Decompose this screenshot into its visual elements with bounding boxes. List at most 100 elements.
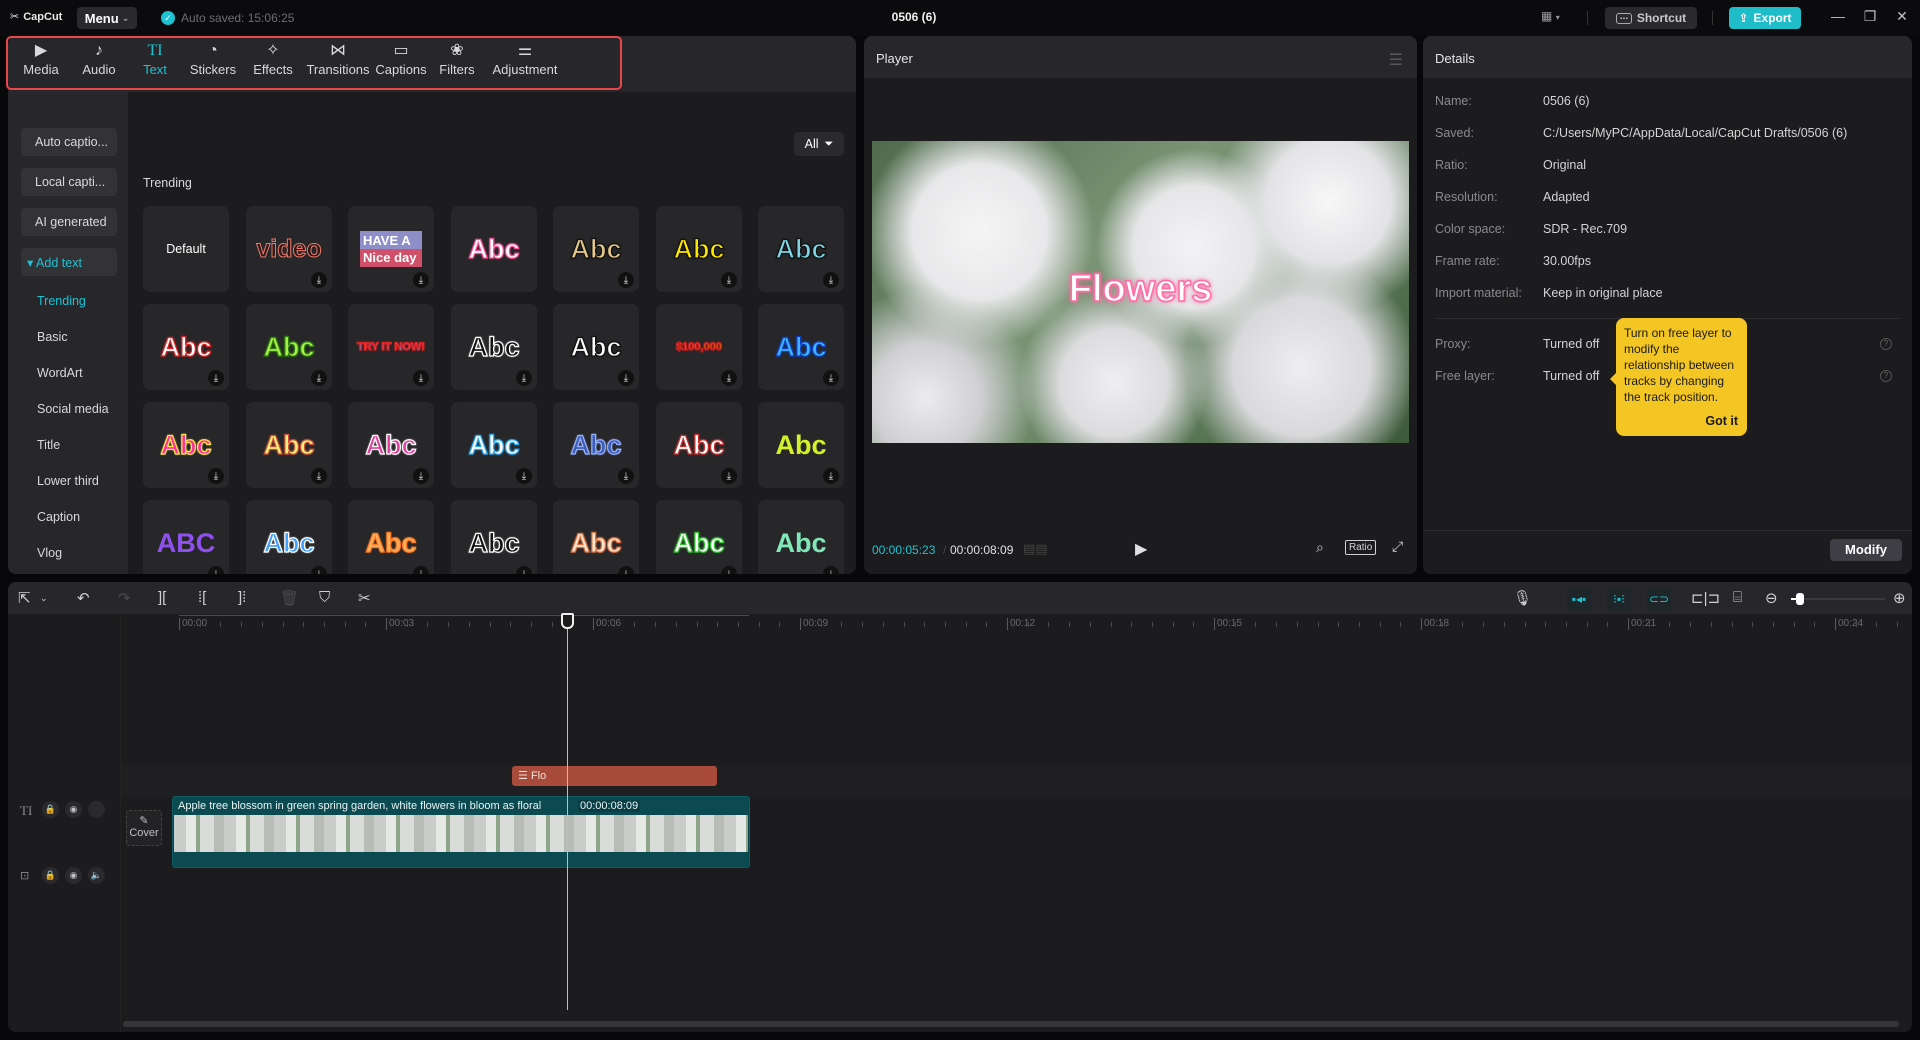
category-social-media[interactable]: Social media [37,402,109,416]
download-icon[interactable]: ⤓ [208,370,224,386]
text-template-card[interactable]: Abc ⤓ [451,402,537,488]
text-template-card[interactable]: ABC ⤓ [143,500,229,574]
split-left-button[interactable]: ⁞[ [198,589,206,606]
text-template-card[interactable]: Abc [451,206,537,292]
text-template-card[interactable]: Abc ⤓ [451,304,537,390]
category-lower-third[interactable]: Lower third [37,474,99,488]
download-icon[interactable]: ⤓ [516,566,532,574]
timeline-horizontal-scrollbar[interactable] [123,1021,1899,1027]
text-template-card[interactable]: video ⤓ [246,206,332,292]
download-icon[interactable]: ⤓ [823,370,839,386]
text-template-card[interactable]: Abc ⤓ [246,500,332,574]
download-icon[interactable]: ⤓ [721,272,737,288]
download-icon[interactable]: ⤓ [721,370,737,386]
record-audio-button[interactable]: 🎙 [1513,589,1532,607]
text-template-card[interactable]: Abc ⤓ [656,206,742,292]
text-template-card[interactable]: Abc ⤓ [553,304,639,390]
download-icon[interactable]: ⤓ [516,468,532,484]
text-template-card[interactable]: Abc ⤓ [758,402,844,488]
video-clip[interactable]: Apple tree blossom in green spring garde… [172,796,750,868]
delete-button[interactable]: 🗑 [280,589,299,607]
chevron-down-icon[interactable]: ⌄ [40,593,48,604]
tab-adjustment[interactable]: ⚌ Adjustment [485,40,565,88]
text-template-card[interactable]: Abc ⤓ [656,402,742,488]
download-icon[interactable]: ⤓ [208,566,224,574]
download-icon[interactable]: ⤓ [413,272,429,288]
text-template-card[interactable]: Abc ⤓ [246,402,332,488]
download-icon[interactable]: ⤓ [618,468,634,484]
text-template-card[interactable]: Abc ⤓ [348,500,434,574]
ratio-button[interactable]: Ratio [1345,540,1377,555]
layout-button[interactable]: ▦ ▾ [1541,9,1560,23]
text-template-card[interactable]: Abc ⤓ [656,500,742,574]
got-it-button[interactable]: Got it [1705,413,1738,429]
download-icon[interactable]: ⤓ [311,468,327,484]
export-button[interactable]: ⇪ Export [1729,7,1801,29]
download-icon[interactable]: ⤓ [311,566,327,574]
tab-media[interactable]: ▶ Media [16,40,66,88]
minimize-button[interactable]: — [1826,8,1850,24]
download-icon[interactable]: ⤓ [413,468,429,484]
auto-cut-button[interactable]: ✂ [358,589,371,607]
download-icon[interactable]: ⤓ [413,566,429,574]
tab-filters[interactable]: ❀ Filters [432,40,482,88]
auto-snapping-toggle[interactable]: ⁝▪⁝ [1607,587,1631,611]
text-template-card[interactable]: Abc ⤓ [246,304,332,390]
local-captions-button[interactable]: Local capti... [21,168,117,196]
close-button[interactable]: ✕ [1890,8,1914,25]
select-tool-button[interactable]: ⇱ [18,589,31,607]
hide-track-button[interactable]: ◉ [65,867,82,884]
ai-generated-button[interactable]: AI generated [21,208,117,236]
download-icon[interactable]: ⤓ [413,370,429,386]
linkage-toggle[interactable]: ⊂⊃ [1647,587,1671,611]
category-vlog[interactable]: Vlog [37,546,62,560]
help-icon[interactable]: ? [1880,338,1892,350]
tab-captions[interactable]: ▭ Captions [366,40,436,88]
modify-button[interactable]: Modify [1830,539,1902,561]
marker-button[interactable]: ⛉ [319,589,330,606]
hide-track-button[interactable]: ◉ [65,801,82,818]
lock-track-button[interactable]: 🔒 [42,801,59,818]
download-icon[interactable]: ⤓ [311,370,327,386]
text-template-card[interactable]: Abc ⤓ [143,402,229,488]
timeline-zoom-slider[interactable] [1791,593,1885,605]
tab-audio[interactable]: ♪ Audio [74,40,124,88]
category-wordart[interactable]: WordArt [37,366,83,380]
fullscreen-button[interactable]: ⤢ [1392,538,1403,555]
text-clip[interactable]: ☰ Flo [512,766,717,786]
player-menu-icon[interactable]: ☰ [1389,50,1403,70]
download-icon[interactable]: ⤓ [823,272,839,288]
timeline-ruler[interactable]: 00:00 00:03 00:06 00:09 00:12 00:15 00:18 00:21… [121,614,1912,640]
free-layer-value[interactable]: Turned off [1543,369,1599,383]
download-icon[interactable]: ⤓ [516,370,532,386]
zoom-to-fit-button[interactable]: ⌸ [1733,589,1742,606]
text-template-card[interactable]: Abc ⤓ [143,304,229,390]
text-template-card[interactable]: HAVE A Nice day ⤓ [348,206,434,292]
text-template-card[interactable]: Abc ⤓ [553,402,639,488]
download-icon[interactable]: ⤓ [721,468,737,484]
download-icon[interactable]: ⤓ [823,468,839,484]
category-title[interactable]: Title [37,438,60,452]
text-template-card[interactable]: Abc ⤓ [348,402,434,488]
download-icon[interactable]: ⤓ [618,370,634,386]
text-template-card[interactable]: Abc ⤓ [451,500,537,574]
text-template-card[interactable]: Abc ⤓ [553,500,639,574]
help-icon[interactable]: ? [1880,370,1892,382]
cover-button[interactable]: ✎ Cover [126,810,162,846]
preview-axis-button[interactable]: ⊏|⊐ [1691,589,1720,607]
filter-all-button[interactable]: All ⏷ [794,132,844,156]
download-icon[interactable]: ⤓ [618,272,634,288]
text-template-card[interactable]: Abc ⤓ [553,206,639,292]
playhead-handle[interactable] [561,613,574,629]
split-right-button[interactable]: ]⁞ [238,589,246,606]
text-template-card[interactable]: TRY IT NOW! ⤓ [348,304,434,390]
zoom-in-button[interactable]: ⊕ [1893,589,1906,607]
redo-button[interactable]: ↷ [118,589,131,607]
proxy-value[interactable]: Turned off [1543,337,1599,351]
auto-captions-button[interactable]: Auto captio... [21,128,117,156]
text-template-card[interactable]: $100,000 ⤓ [656,304,742,390]
split-button[interactable]: ][ [158,589,166,606]
shortcut-button[interactable]: ⋯ Shortcut [1605,7,1697,29]
lock-track-button[interactable]: 🔒 [42,867,59,884]
tab-effects[interactable]: ✧ Effects [245,40,301,88]
